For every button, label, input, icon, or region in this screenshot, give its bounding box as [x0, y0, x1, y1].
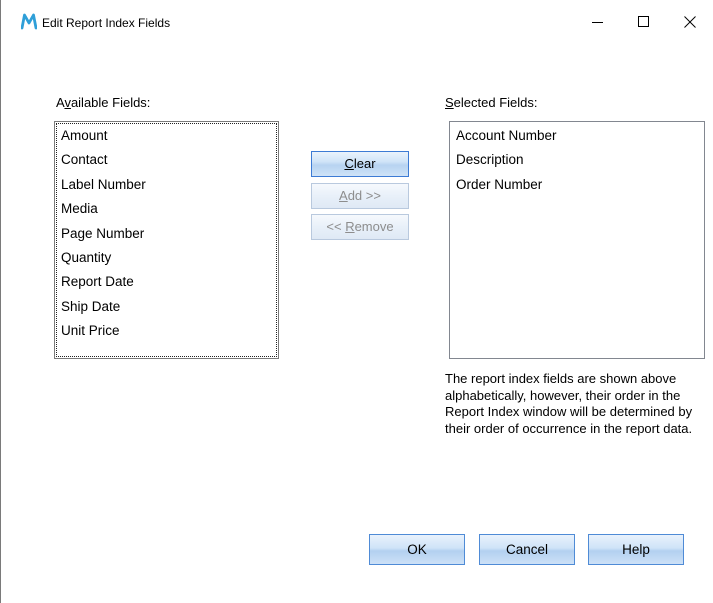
window-title: Edit Report Index Fields [42, 16, 171, 30]
maximize-icon [638, 16, 649, 27]
close-icon [684, 16, 696, 28]
list-item[interactable]: Label Number [61, 175, 278, 199]
selected-fields-list[interactable]: Account Number Description Order Number [449, 121, 705, 359]
remove-button-label: emove [354, 219, 394, 234]
remove-button[interactable]: << Remove [311, 214, 409, 240]
list-item[interactable]: Ship Date [61, 297, 278, 321]
minimize-icon [592, 22, 603, 23]
edit-report-index-fields-dialog: Edit Report Index Fields Available Field… [0, 0, 713, 603]
ok-button[interactable]: OK [369, 534, 465, 565]
list-item[interactable]: Order Number [456, 175, 704, 199]
add-button-accel: A [339, 188, 348, 203]
help-button[interactable]: Help [588, 534, 684, 565]
cancel-button[interactable]: Cancel [479, 534, 575, 565]
list-item[interactable]: Description [456, 150, 704, 174]
close-button[interactable] [667, 0, 713, 44]
remove-button-accel: R [345, 219, 355, 234]
info-text: The report index fields are shown above … [445, 371, 693, 436]
minimize-button[interactable] [575, 0, 621, 44]
add-button[interactable]: Add >> [311, 183, 409, 209]
maximize-button[interactable] [621, 0, 667, 44]
list-item[interactable]: Media [61, 199, 278, 223]
list-item[interactable]: Quantity [61, 248, 278, 272]
list-item[interactable]: Report Date [61, 272, 278, 296]
list-item[interactable]: Amount [61, 126, 278, 150]
title-bar[interactable]: Edit Report Index Fields [1, 0, 713, 44]
selected-fields-label-accel: S [445, 95, 454, 110]
remove-button-label: << [326, 219, 346, 234]
clear-button-accel: C [344, 156, 354, 171]
available-fields-label-part: ailable Fields: [70, 95, 151, 110]
add-button-label: dd >> [347, 188, 381, 203]
clear-button-label: lear [353, 156, 376, 171]
available-fields-list[interactable]: Amount Contact Label Number Media Page N… [54, 121, 279, 359]
list-item[interactable]: Contact [61, 150, 278, 174]
m-logo-icon [21, 13, 37, 30]
list-item[interactable]: Unit Price [61, 321, 278, 345]
available-fields-label: Available Fields: [56, 95, 150, 111]
list-item[interactable]: Account Number [456, 126, 704, 150]
list-item[interactable]: Page Number [61, 224, 278, 248]
selected-fields-label-part: elected Fields: [453, 95, 538, 110]
clear-button[interactable]: Clear [311, 151, 409, 177]
selected-fields-label: Selected Fields: [445, 95, 538, 111]
